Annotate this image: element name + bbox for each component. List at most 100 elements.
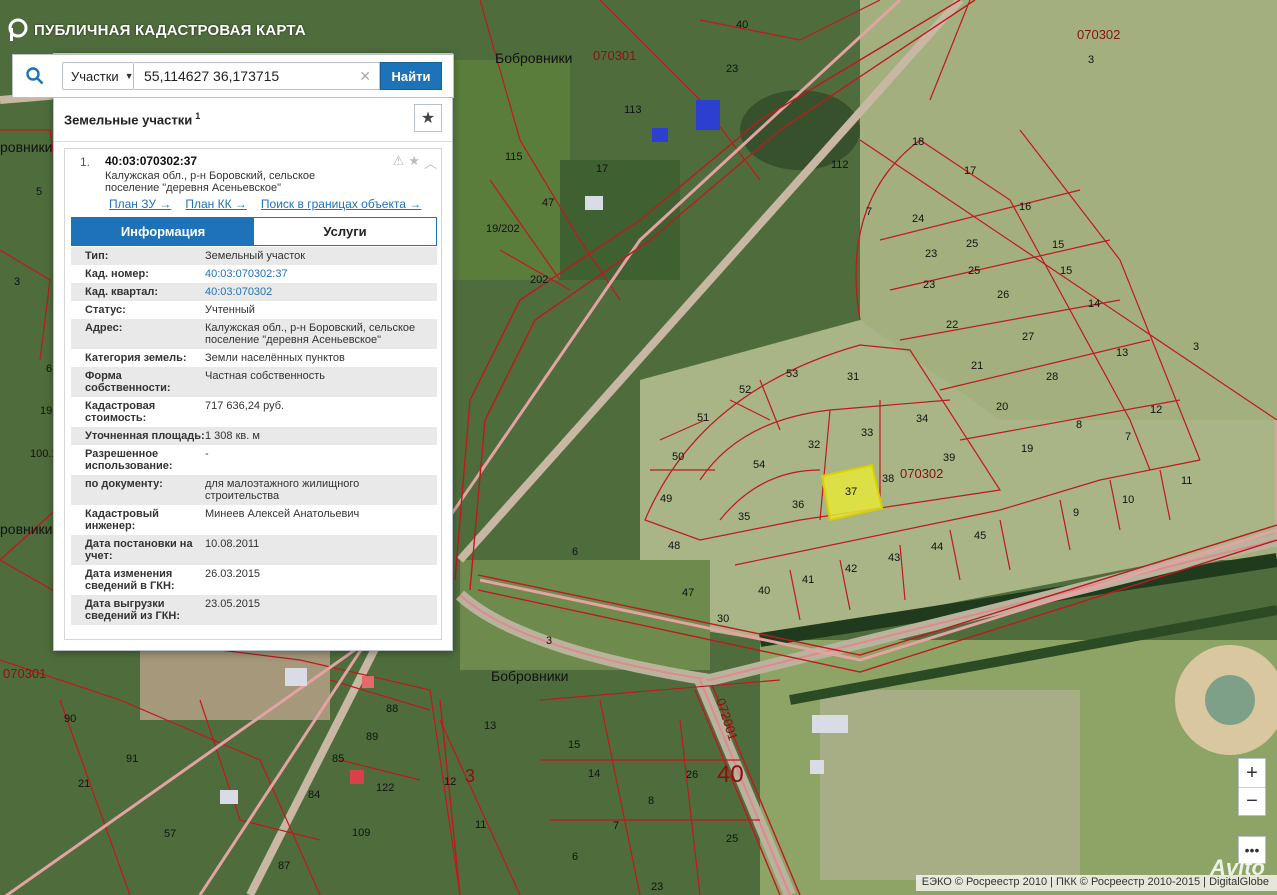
tab-services[interactable]: Услуги: [254, 218, 436, 245]
star-icon[interactable]: ★: [408, 153, 420, 172]
svg-text:22: 22: [946, 319, 958, 331]
app-header: ПУБЛИЧНАЯ КАДАСТРОВАЯ КАРТА: [8, 18, 306, 42]
svg-text:28: 28: [1046, 371, 1058, 383]
info-row: Кад. номер: 40:03:070302:37: [71, 265, 437, 283]
field-label: Кад. квартал:: [85, 286, 159, 298]
svg-text:12: 12: [444, 776, 456, 788]
search-in-bounds-link[interactable]: Поиск в границах объекта →: [261, 197, 421, 211]
plan-kk-link[interactable]: План КК →: [185, 197, 247, 211]
svg-text:50: 50: [672, 451, 684, 463]
field-value: Земли населённых пунктов: [205, 352, 345, 364]
info-row: Уточненная площадь: 1 308 кв. м: [71, 427, 437, 445]
card-actions: ⚠ ★ ︿: [393, 153, 437, 172]
svg-text:13: 13: [484, 720, 496, 732]
svg-text:49: 49: [660, 493, 672, 505]
svg-text:ровники: ровники: [0, 521, 53, 537]
svg-text:19: 19: [1021, 443, 1033, 455]
chevron-down-icon: ▼: [124, 71, 134, 81]
svg-text:90: 90: [64, 713, 76, 725]
tab-info[interactable]: Информация: [72, 218, 254, 245]
svg-text:202: 202: [530, 274, 548, 286]
svg-text:36: 36: [792, 499, 804, 511]
search-icon: [26, 67, 44, 85]
svg-text:37: 37: [845, 486, 857, 498]
svg-text:070302: 070302: [900, 466, 943, 481]
svg-text:13: 13: [1116, 347, 1128, 359]
svg-text:7: 7: [613, 820, 619, 832]
svg-text:26: 26: [686, 769, 698, 781]
field-label: Форма собственности:: [85, 370, 171, 394]
svg-text:25: 25: [968, 265, 980, 277]
svg-text:40: 40: [758, 585, 770, 597]
cadastral-quarter-link[interactable]: 40:03:070302: [205, 286, 425, 298]
svg-text:070301: 070301: [593, 48, 636, 63]
field-value: -: [205, 448, 209, 460]
result-card: 1. 40:03:070302:37 Калужская обл., р-н Б…: [64, 148, 442, 640]
zoom-in-button[interactable]: +: [1239, 759, 1265, 787]
svg-text:23: 23: [925, 248, 937, 260]
plan-zu-link[interactable]: План ЗУ →: [109, 197, 171, 211]
search-type-select[interactable]: Участки ▼: [62, 62, 134, 90]
svg-text:070301: 070301: [3, 666, 46, 681]
chevron-up-icon[interactable]: ︿: [424, 153, 437, 172]
info-row: по документу: для малоэтажного жилищного …: [71, 475, 437, 505]
info-row: Кадастровая стоимость: 717 636,24 руб.: [71, 397, 437, 427]
svg-text:Бобровники: Бобровники: [491, 668, 569, 684]
svg-text:21: 21: [971, 360, 983, 372]
field-label: Статус:: [85, 304, 126, 316]
svg-text:23: 23: [651, 881, 663, 893]
svg-text:10: 10: [1122, 494, 1134, 506]
svg-text:27: 27: [1022, 331, 1034, 343]
clear-icon[interactable]: ✕: [359, 68, 371, 85]
results-title-text: Земельные участки: [64, 112, 193, 128]
results-header: Земельные участки 1 ★: [54, 98, 452, 142]
field-label: Кадастровый инженер:: [85, 508, 159, 532]
result-card-header[interactable]: 1. 40:03:070302:37 Калужская обл., р-н Б…: [65, 149, 441, 213]
svg-text:23: 23: [726, 63, 738, 75]
field-value: Минеев Алексей Анатольевич: [205, 508, 360, 520]
svg-text:25: 25: [726, 833, 738, 845]
svg-text:25: 25: [966, 238, 978, 250]
svg-text:48: 48: [668, 540, 680, 552]
svg-text:42: 42: [845, 563, 857, 575]
svg-text:7: 7: [866, 206, 872, 218]
svg-text:89: 89: [366, 731, 378, 743]
svg-text:112: 112: [831, 159, 849, 171]
search-type-value: Участки: [71, 68, 119, 84]
search-toggle-button[interactable]: [13, 55, 57, 97]
field-value: 717 636,24 руб.: [205, 400, 285, 412]
info-row: Дата постановки на учет: 10.08.2011: [71, 535, 437, 565]
svg-text:35: 35: [738, 511, 750, 523]
result-address: Калужская обл., р-н Боровский, сельское …: [105, 170, 316, 194]
svg-text:84: 84: [308, 789, 320, 801]
info-row: Категория земель: Земли населённых пункто…: [71, 349, 437, 367]
svg-text:17: 17: [964, 165, 976, 177]
field-value: Учтенный: [205, 304, 255, 316]
svg-text:19/202: 19/202: [486, 223, 520, 235]
svg-text:ровники: ровники: [0, 139, 53, 155]
svg-text:8: 8: [648, 795, 654, 807]
svg-text:85: 85: [332, 753, 344, 765]
field-value: Земельный участок: [205, 250, 306, 262]
favorite-button[interactable]: ★: [414, 104, 442, 132]
zoom-out-button[interactable]: −: [1239, 787, 1265, 815]
search-input[interactable]: 55,114627 36,173715 ✕: [134, 62, 380, 90]
info-table: Тип: Земельный участок Кад. номер: 40:03:0…: [71, 247, 437, 625]
find-button[interactable]: Найти: [380, 62, 442, 90]
svg-text:21: 21: [78, 778, 90, 790]
info-row: Статус: Учтенный: [71, 301, 437, 319]
svg-text:43: 43: [888, 552, 900, 564]
svg-text:3: 3: [1088, 54, 1094, 66]
info-row: Тип: Земельный участок: [71, 247, 437, 265]
svg-text:17: 17: [596, 163, 608, 175]
svg-text:44: 44: [931, 541, 943, 553]
svg-text:3: 3: [465, 766, 475, 786]
svg-text:15: 15: [1052, 239, 1064, 251]
svg-text:54: 54: [753, 459, 765, 471]
field-value: для малоэтажного жилищного строительства: [205, 478, 360, 502]
cadastral-number-link[interactable]: 40:03:070302:37: [205, 268, 425, 280]
search-query: 55,114627 36,173715: [144, 68, 280, 84]
svg-text:11: 11: [475, 819, 486, 831]
svg-text:24: 24: [912, 213, 924, 225]
warning-icon[interactable]: ⚠: [393, 153, 405, 172]
